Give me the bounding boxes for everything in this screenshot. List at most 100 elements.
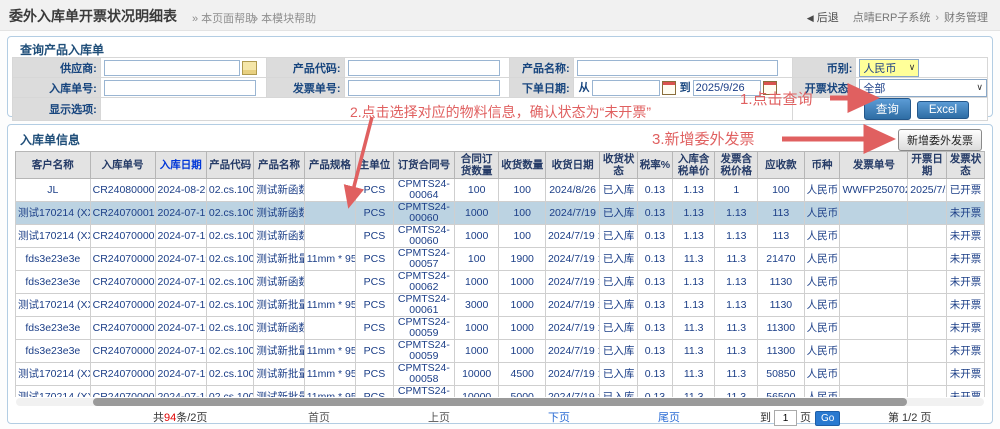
column-header[interactable]: 产品代码	[206, 152, 253, 179]
table-row[interactable]: fds3e23e3eCR2407000062024-07-1902.cs.100…	[16, 340, 985, 363]
module-help-link[interactable]: » 本模块帮助	[252, 10, 316, 26]
column-header[interactable]: 币种	[804, 152, 840, 179]
table-cell: 0.13	[637, 340, 672, 363]
table-cell: CR240700007	[90, 271, 155, 294]
product-code-input[interactable]	[348, 60, 500, 76]
currency-select[interactable]: 人民币∨	[859, 59, 919, 77]
table-row[interactable]: fds3e23e3eCR2407000072024-07-1902.cs.100…	[16, 271, 985, 294]
table-cell: 2024-07-19	[155, 386, 206, 398]
column-header[interactable]: 税率%	[637, 152, 672, 179]
next-page-link[interactable]: 下页	[548, 409, 570, 425]
column-header[interactable]: 入库单号	[90, 152, 155, 179]
table-cell: 1.13	[672, 225, 715, 248]
column-header[interactable]: 收货状态	[600, 152, 638, 179]
table-cell: CR240800001	[90, 179, 155, 202]
table-row[interactable]: JLCR2408000012024-08-2602.cs.100241测试新函数…	[16, 179, 985, 202]
date-to-label: 到	[680, 82, 691, 94]
grid-panel-title: 入库单信息	[20, 131, 80, 148]
table-cell: CR240700005	[90, 363, 155, 386]
table-cell: 1.13	[715, 202, 758, 225]
table-cell: 113	[758, 225, 805, 248]
column-header[interactable]: 订货合同号	[393, 152, 454, 179]
page-help-link[interactable]: » 本页面帮助	[192, 10, 256, 26]
table-cell: 5000	[499, 386, 546, 398]
table-cell: 已入库	[600, 202, 638, 225]
table-row[interactable]: 测试170214 (XX)CR2407000052024-07-1902.cs.…	[16, 363, 985, 386]
table-cell: fds3e23e3e	[16, 248, 91, 271]
table-cell: 人民币	[804, 202, 840, 225]
table-cell: PCS	[356, 340, 394, 363]
picker-icon[interactable]	[242, 61, 257, 75]
table-cell	[840, 202, 908, 225]
table-cell: 100	[454, 248, 499, 271]
table-cell: 1900	[499, 248, 546, 271]
column-header[interactable]: 客户名称	[16, 152, 91, 179]
table-row[interactable]: 测试170214 (XX)CR2407000102024-07-1902.cs.…	[16, 202, 985, 225]
column-header[interactable]: 收货数量	[499, 152, 546, 179]
table-cell: 2024/7/19 10	[545, 363, 599, 386]
breadcrumb-section[interactable]: 财务管理	[944, 12, 988, 24]
table-cell: 2025/7/2	[908, 179, 947, 202]
column-header[interactable]: 收货日期	[545, 152, 599, 179]
column-header[interactable]: 发票含税价格	[715, 152, 758, 179]
last-page-link[interactable]: 尾页	[658, 409, 680, 425]
table-cell	[840, 363, 908, 386]
table-row[interactable]: fds3e23e3eCR2407000082024-07-1902.cs.100…	[16, 248, 985, 271]
table-cell	[304, 225, 355, 248]
column-header[interactable]: 开票日期	[908, 152, 947, 179]
column-header[interactable]: 主单位	[356, 152, 394, 179]
table-cell: 已入库	[600, 294, 638, 317]
calendar-icon[interactable]	[662, 81, 676, 95]
table-cell: 已入库	[600, 340, 638, 363]
grid-header-row: 客户名称入库单号入库日期产品代码产品名称产品规格主单位订货合同号合同订货数量收货…	[16, 152, 985, 179]
column-header[interactable]: 应收款	[758, 152, 805, 179]
column-header[interactable]: 产品名称	[254, 152, 304, 179]
table-cell: 4500	[499, 363, 546, 386]
column-header[interactable]: 入库日期	[155, 152, 206, 179]
back-button[interactable]: ◀ 后退	[807, 12, 839, 24]
column-header[interactable]: 入库含税单价	[672, 152, 715, 179]
breadcrumb-app[interactable]: 点晴ERP子系统	[853, 12, 931, 24]
column-header[interactable]: 合同订货数量	[454, 152, 499, 179]
table-row[interactable]: 测试170214 (XX)CR2407000072024-07-1902.cs.…	[16, 294, 985, 317]
inbound-no-input[interactable]	[104, 80, 256, 96]
table-cell: CR240700006	[90, 340, 155, 363]
column-header[interactable]: 发票状态	[947, 152, 985, 179]
table-cell: 2024/8/26	[545, 179, 599, 202]
table-cell: 1.13	[715, 271, 758, 294]
table-cell	[304, 271, 355, 294]
add-outsourced-invoice-button[interactable]: 新增委外发票	[898, 129, 982, 151]
date-from-input[interactable]	[592, 80, 660, 96]
inbound-table: 客户名称入库单号入库日期产品代码产品名称产品规格主单位订货合同号合同订货数量收货…	[15, 151, 985, 397]
table-cell: 1000	[454, 271, 499, 294]
horizontal-scrollbar-thumb[interactable]	[93, 398, 906, 406]
table-cell: 100	[454, 179, 499, 202]
table-cell: JL	[16, 179, 91, 202]
query-button[interactable]: 查询	[864, 98, 911, 120]
prev-page-link[interactable]: 上页	[428, 409, 450, 425]
table-cell	[908, 363, 947, 386]
page-number-input[interactable]	[774, 410, 797, 426]
table-cell: 1.13	[672, 179, 715, 202]
table-cell: 2024/7/19 10	[545, 271, 599, 294]
first-page-link[interactable]: 首页	[308, 409, 330, 425]
column-header[interactable]: 产品规格	[304, 152, 355, 179]
invoice-no-input[interactable]	[348, 80, 500, 96]
table-cell: 11.3	[715, 317, 758, 340]
table-cell: 1000	[454, 202, 499, 225]
table-row[interactable]: fds3e23e3eCR2407000062024-07-1902.cs.100…	[16, 317, 985, 340]
product-name-input[interactable]	[577, 60, 778, 76]
breadcrumb-separator: ›	[935, 12, 939, 24]
go-button[interactable]: Go	[815, 411, 840, 426]
table-cell: 已开票	[947, 179, 985, 202]
supplier-input[interactable]	[104, 60, 240, 76]
column-header[interactable]: 发票单号	[840, 152, 908, 179]
excel-button[interactable]: Excel	[917, 101, 969, 119]
table-cell: 2024-07-19	[155, 225, 206, 248]
table-row[interactable]: 测试170214 (XX)CR2407000092024-07-1902.cs.…	[16, 225, 985, 248]
table-cell: 11mm * 95m	[304, 294, 355, 317]
horizontal-scrollbar-track[interactable]	[16, 398, 984, 406]
invoice-status-select[interactable]: 全部∨	[859, 79, 987, 97]
table-cell: 11.3	[715, 363, 758, 386]
table-row[interactable]: 测试170214 (XX)CR2407000042024-07-1902.cs.…	[16, 386, 985, 398]
